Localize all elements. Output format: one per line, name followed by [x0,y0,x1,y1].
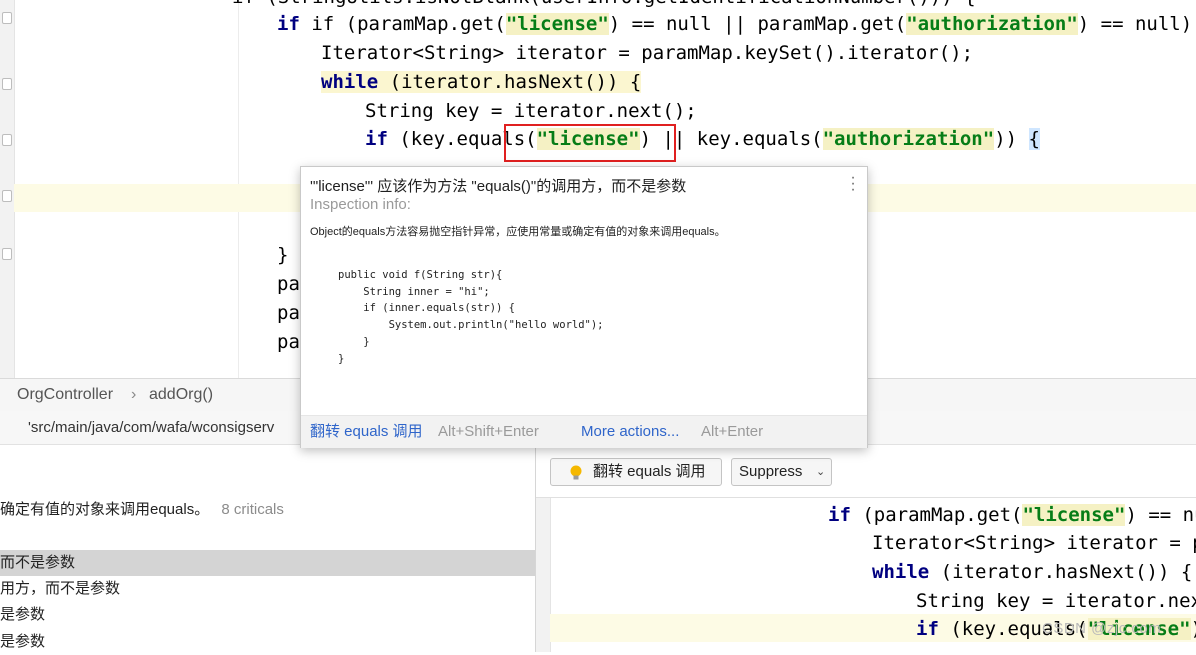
code-line-7: pa [277,270,300,298]
lightbulb-icon [570,464,582,480]
editor-gutter [0,0,15,378]
inspection-description: Object的equals方法容易抛空指针异常，应使用常量或确定有值的对象来调用… [310,226,726,238]
list-item-label: 而不是参数 [0,554,76,571]
code-text: (key.equa [387,128,503,150]
results-count: 8 criticals [221,501,284,518]
preview-line-2: Iterator<String> iterator = pa [872,529,1196,557]
code-text: ) == nul [1125,504,1196,526]
list-item[interactable]: 用方，而不是参数 [0,576,535,602]
code-text: ) == null || paramMap.get( [608,13,907,35]
code-text: Iterator<String> iterator = pa [872,532,1196,554]
code-text: ) == null) { [1077,13,1193,35]
fold-marker[interactable] [2,12,12,24]
inspection-popup: '"license"' 应该作为方法 "equals()"的调用方，而不是参数 … [300,166,868,448]
code-line-3: while (iterator.hasNext()) { [321,68,642,96]
breadcrumb-item-class[interactable]: OrgController [17,379,113,411]
list-item-label: 用方，而不是参数 [0,580,121,597]
suppress-dropdown[interactable]: Suppress ⌄ [731,458,832,486]
code-text: pa [277,273,300,295]
keyword: while [321,71,379,93]
preview-gutter [536,498,551,652]
code-text: pa [277,331,300,353]
code-text: } [277,244,289,266]
breadcrumb-separator-icon: › [131,386,137,403]
inspection-results-panel: 确定有值的对象来调用equals。 8 criticals 而不是参数 用方，而… [0,445,536,652]
results-summary: 确定有值的对象来调用equals。 [0,501,210,518]
fix-shortcut: Alt+Shift+Enter [438,423,539,440]
more-options-icon[interactable]: · · · [850,170,856,198]
flip-equals-link[interactable]: 翻转 equals 调用 [310,416,423,448]
code-line-5: if (key.equals("license") || key.equals(… [365,125,1040,153]
code-line-6: } [277,241,288,269]
string-literal: "license" [1022,504,1126,526]
breadcrumb-item-method[interactable]: addOrg() [149,379,213,411]
code-line-1: if if (paramMap.get("license") == null |… [277,10,1196,38]
fold-marker[interactable] [2,134,12,146]
preview-line-3: while (iterator.hasNext()) { [872,558,1192,586]
preview-line-1: if (paramMap.get("license") == nul [828,501,1196,529]
code-text: (iterator.hasNext()) { [929,561,1193,583]
code-text: { [1028,128,1040,150]
more-actions-link[interactable]: More actions... [581,416,679,448]
string-literal: "license" [505,13,609,35]
list-item[interactable]: 而不是参数 [0,550,535,576]
preview-line-4: String key = iterator.next [916,587,1196,615]
code-line-8: pa [277,299,300,327]
inspection-info-label: Inspection info: [310,196,411,213]
fold-marker[interactable] [2,190,12,202]
list-item[interactable]: 是参数 [0,602,535,628]
list-item-label: 是参数 [0,633,46,650]
code-line-4: String key = iterator.next(); [365,97,697,125]
code-text: )) [994,128,1029,150]
code-line-2: Iterator<String> iterator = paramMap.key… [321,39,973,67]
code-text: String key = iterator.next [916,590,1196,612]
watermark: CSDN @zjc.com [1042,620,1162,637]
code-text: String key = iterator.next(); [365,100,697,122]
file-path[interactable]: 'src/main/java/com/wafa/wconsigserv [28,411,274,444]
code-text: (iterator.hasNext()) { [378,71,642,93]
error-highlight-box [504,124,676,162]
more-actions-shortcut: Alt+Enter [701,423,764,440]
code-text: pa [277,302,300,324]
fold-marker[interactable] [2,248,12,260]
code-text: (paramMap.get( [850,504,1023,526]
popup-actions: 翻转 equals 调用 Alt+Shift+Enter More action… [301,415,867,448]
list-item-label: 是参数 [0,606,46,623]
string-literal: "authorization" [906,13,1078,35]
popup-title: '"license"' 应该作为方法 "equals()"的调用方，而不是参数 [310,178,687,195]
code-text: if (paramMap.get( [311,13,506,35]
code-line-9: pa [277,328,300,356]
code-text: ) [1191,618,1196,640]
chevron-down-icon: ⌄ [816,466,826,478]
flip-equals-label: 翻转 equals 调用 [593,463,706,480]
fold-marker[interactable] [2,78,12,90]
keyword: if [365,128,388,150]
keyword: if [916,618,939,640]
suppress-label: Suppress [739,463,803,480]
keyword: while [872,561,930,583]
code-text: Iterator<String> iterator = paramMap.key… [321,42,974,64]
list-item[interactable]: 是参数 [0,629,535,655]
keyword: if [828,504,851,526]
string-literal: "authorization" [822,128,995,150]
results-summary-row[interactable]: 确定有值的对象来调用equals。 8 criticals [0,497,535,523]
inspection-code-example: public void f(String str){ String inner … [338,269,604,365]
flip-equals-button[interactable]: 翻转 equals 调用 [550,458,722,486]
